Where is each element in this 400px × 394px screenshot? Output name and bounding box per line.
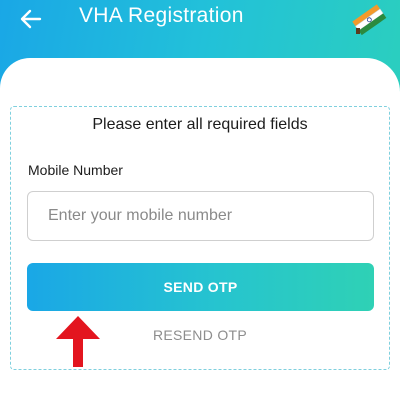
page-title: VHA Registration xyxy=(79,4,244,27)
form-heading: Please enter all required fields xyxy=(92,116,308,133)
mobile-number-input[interactable] xyxy=(27,191,374,241)
back-arrow-icon[interactable] xyxy=(18,6,44,32)
send-otp-button[interactable]: SEND OTP xyxy=(27,263,374,311)
mobile-number-label: Mobile Number xyxy=(28,162,123,178)
red-up-arrow-icon xyxy=(52,313,104,369)
india-flag-icon xyxy=(350,2,390,36)
app-bar: VHA Registration xyxy=(0,0,400,40)
